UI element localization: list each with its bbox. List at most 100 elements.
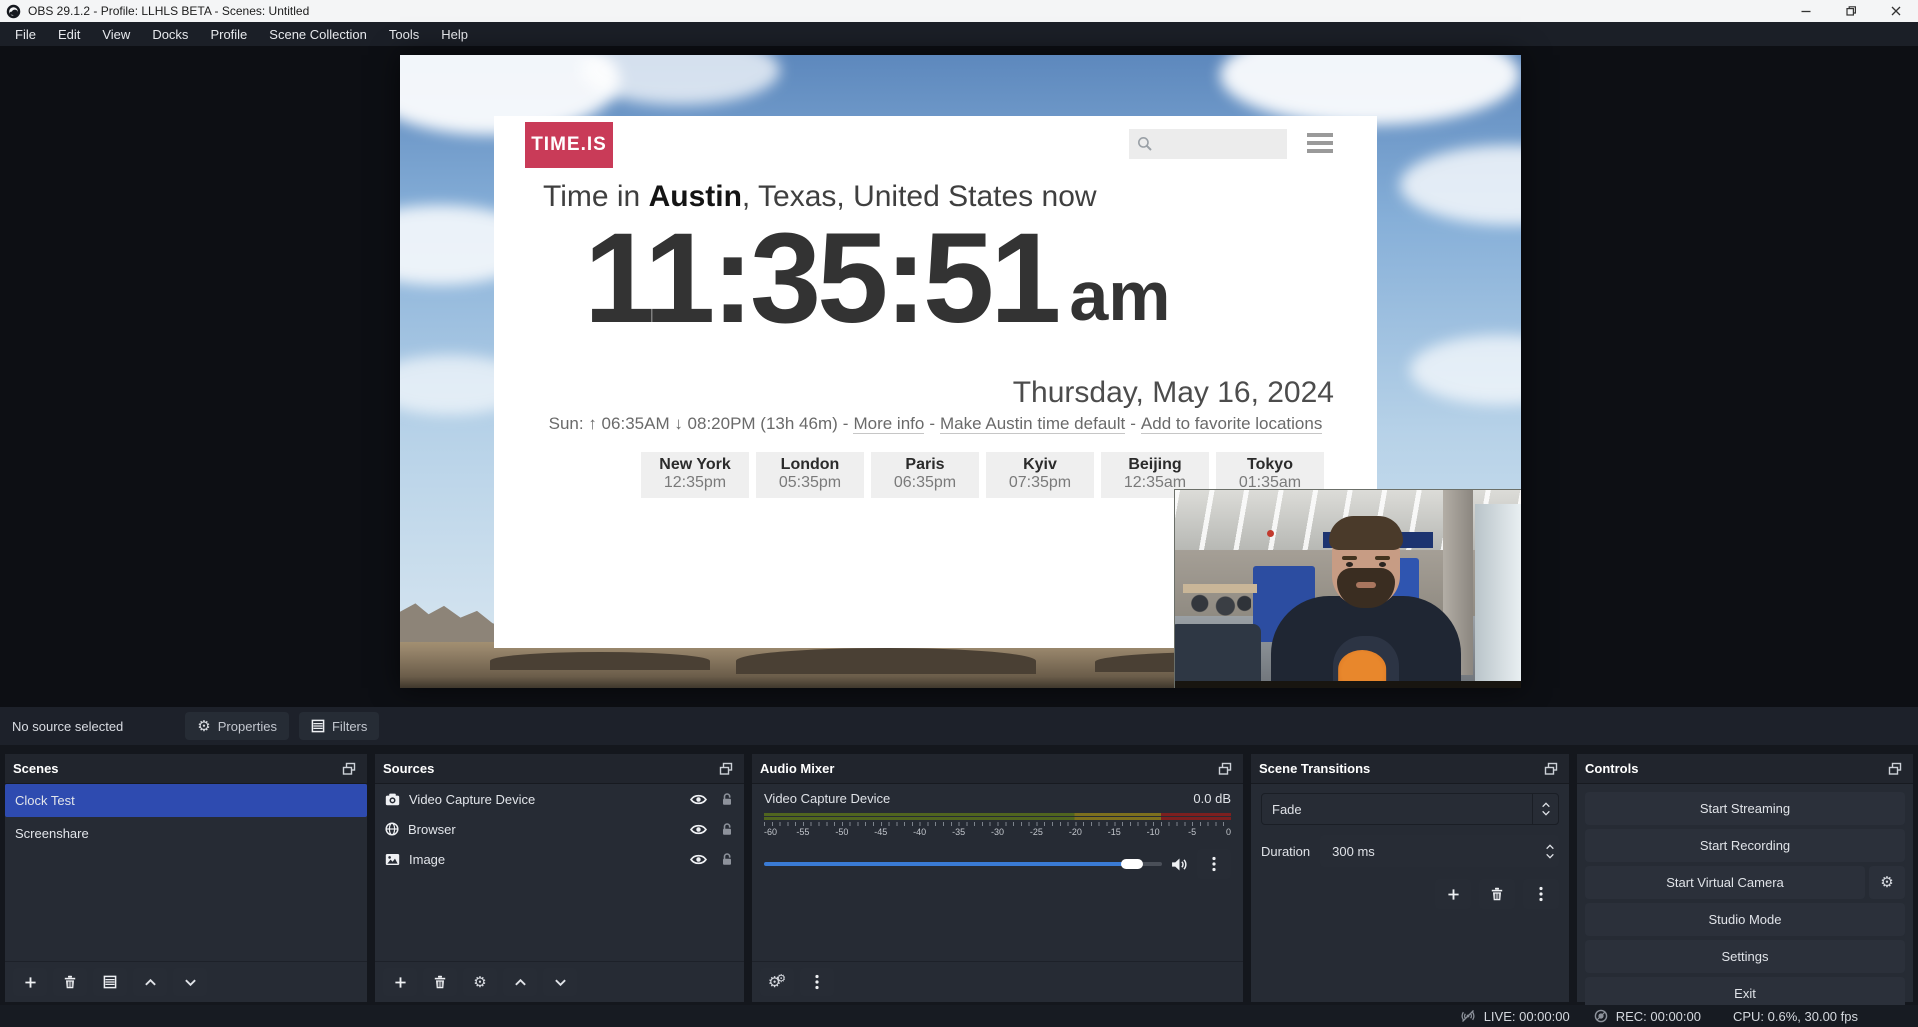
visibility-eye-icon[interactable]: [690, 823, 707, 836]
remove-transition-button[interactable]: [1479, 879, 1515, 909]
add-source-button[interactable]: [383, 968, 417, 996]
city-box-kyiv[interactable]: Kyiv07:35pm: [986, 452, 1094, 498]
menu-profile[interactable]: Profile: [199, 22, 258, 46]
meter-ruler: [764, 822, 1231, 826]
more-info-link[interactable]: More info: [853, 414, 924, 434]
office-window: [1475, 504, 1521, 684]
window-controls: [1783, 0, 1918, 22]
double-gear-icon: ⚙: [776, 974, 786, 985]
popup-icon[interactable]: [1215, 760, 1235, 778]
cloud: [1400, 145, 1521, 225]
source-properties-button[interactable]: ⚙: [463, 968, 497, 996]
properties-button[interactable]: ⚙ Properties: [185, 712, 289, 740]
webcam-bottom-bar: [1175, 681, 1521, 688]
scene-filters-button[interactable]: [93, 968, 127, 996]
add-scene-button[interactable]: [13, 968, 47, 996]
settings-button[interactable]: Settings: [1585, 940, 1905, 973]
scene-item-screenshare[interactable]: Screenshare: [5, 817, 367, 850]
restore-button[interactable]: [1828, 0, 1873, 22]
source-move-up-button[interactable]: [503, 968, 537, 996]
spinbox-chevrons-icon[interactable]: [1545, 844, 1555, 859]
audio-mixer-panel-title: Audio Mixer: [760, 761, 834, 776]
make-default-link[interactable]: Make Austin time default: [940, 414, 1125, 434]
person-eyebrow: [1375, 556, 1390, 560]
gear-icon: ⚙: [197, 719, 210, 734]
add-transition-button[interactable]: [1435, 879, 1471, 909]
person-hair: [1329, 516, 1403, 550]
menu-edit[interactable]: Edit: [47, 22, 91, 46]
person-eye: [1346, 562, 1353, 567]
sun-info-line: Sun: ↑ 06:35AM ↓ 08:20PM (13h 46m)-More …: [494, 414, 1377, 434]
menu-view[interactable]: View: [91, 22, 141, 46]
start-virtual-camera-button[interactable]: Start Virtual Camera: [1585, 866, 1865, 899]
scene-item-clock-test[interactable]: Clock Test: [5, 784, 367, 817]
menu-scene-collection[interactable]: Scene Collection: [258, 22, 378, 46]
mixer-channel-name: Video Capture Device: [764, 791, 890, 806]
sources-panel: Sources Video Capture Device Browser: [374, 753, 745, 1003]
studio-mode-button[interactable]: Studio Mode: [1585, 903, 1905, 936]
remove-scene-button[interactable]: [53, 968, 87, 996]
scenes-panel: Scenes Clock Test Screenshare: [4, 753, 368, 1003]
select-chevrons-icon[interactable]: [1532, 794, 1558, 824]
dune: [490, 652, 710, 670]
meter-tick-labels: -60 -55 -50 -45 -40 -35 -30 -25 -20 -15 …: [764, 827, 1231, 839]
visibility-eye-icon[interactable]: [690, 853, 707, 866]
separator: -: [843, 414, 849, 433]
dune: [736, 648, 1036, 674]
virtual-camera-settings-button[interactable]: ⚙: [1869, 866, 1905, 899]
controls-panel-title: Controls: [1585, 761, 1638, 776]
scene-move-up-button[interactable]: [133, 968, 167, 996]
transition-properties-button[interactable]: [1523, 879, 1559, 909]
gear-icon: ⚙: [473, 975, 486, 990]
source-item-image[interactable]: Image: [375, 844, 744, 874]
person-hoodie: [1271, 596, 1461, 688]
transition-select[interactable]: Fade: [1261, 793, 1559, 825]
filter-icon: [311, 719, 325, 733]
source-move-down-button[interactable]: [543, 968, 577, 996]
volume-slider[interactable]: [764, 862, 1162, 866]
volume-slider-handle[interactable]: [1121, 859, 1143, 869]
city-box-new-york[interactable]: New York12:35pm: [641, 452, 749, 498]
add-favorite-link[interactable]: Add to favorite locations: [1141, 414, 1322, 434]
source-status-text: No source selected: [12, 719, 123, 734]
speaker-icon[interactable]: [1171, 857, 1188, 872]
filters-button[interactable]: Filters: [299, 712, 379, 740]
lock-icon[interactable]: [720, 852, 734, 866]
advanced-audio-button[interactable]: ⚙⚙: [760, 968, 794, 996]
minimize-button[interactable]: [1783, 0, 1828, 22]
city-box-london[interactable]: London05:35pm: [756, 452, 864, 498]
timeis-logo[interactable]: TIME.IS: [525, 122, 613, 168]
close-button[interactable]: [1873, 0, 1918, 22]
preview-canvas[interactable]: TIME.IS Time in Austin, Texas, United St…: [0, 46, 1918, 707]
menu-file[interactable]: File: [4, 22, 47, 46]
popup-icon[interactable]: [339, 760, 359, 778]
timeis-search-box[interactable]: [1129, 129, 1287, 159]
popup-icon[interactable]: [716, 760, 736, 778]
start-recording-button[interactable]: Start Recording: [1585, 829, 1905, 862]
popup-icon[interactable]: [1541, 760, 1561, 778]
search-input[interactable]: [1159, 136, 1269, 152]
remove-source-button[interactable]: [423, 968, 457, 996]
menu-docks[interactable]: Docks: [141, 22, 199, 46]
sun-times: Sun: ↑ 06:35AM ↓ 08:20PM (13h 46m): [549, 414, 838, 433]
scene-move-down-button[interactable]: [173, 968, 207, 996]
duration-label: Duration: [1261, 844, 1310, 859]
mixer-options-button[interactable]: [1197, 849, 1231, 879]
duration-spinbox[interactable]: 300 ms: [1320, 835, 1559, 867]
office-desk: [1183, 584, 1257, 593]
popup-icon[interactable]: [1885, 760, 1905, 778]
time-digits: 11:35:51: [584, 212, 1057, 346]
mixer-menu-button[interactable]: [800, 968, 834, 996]
hamburger-menu-icon[interactable]: [1307, 133, 1333, 153]
separator: -: [1130, 414, 1136, 433]
menu-help[interactable]: Help: [430, 22, 479, 46]
source-item-browser[interactable]: Browser: [375, 814, 744, 844]
visibility-eye-icon[interactable]: [690, 793, 707, 806]
menu-tools[interactable]: Tools: [378, 22, 430, 46]
status-bar: LIVE: 00:00:00 REC: 00:00:00 CPU: 0.6%, …: [0, 1005, 1918, 1027]
start-streaming-button[interactable]: Start Streaming: [1585, 792, 1905, 825]
lock-icon[interactable]: [720, 822, 734, 836]
lock-icon[interactable]: [720, 792, 734, 806]
source-item-video-capture[interactable]: Video Capture Device: [375, 784, 744, 814]
city-box-paris[interactable]: Paris06:35pm: [871, 452, 979, 498]
